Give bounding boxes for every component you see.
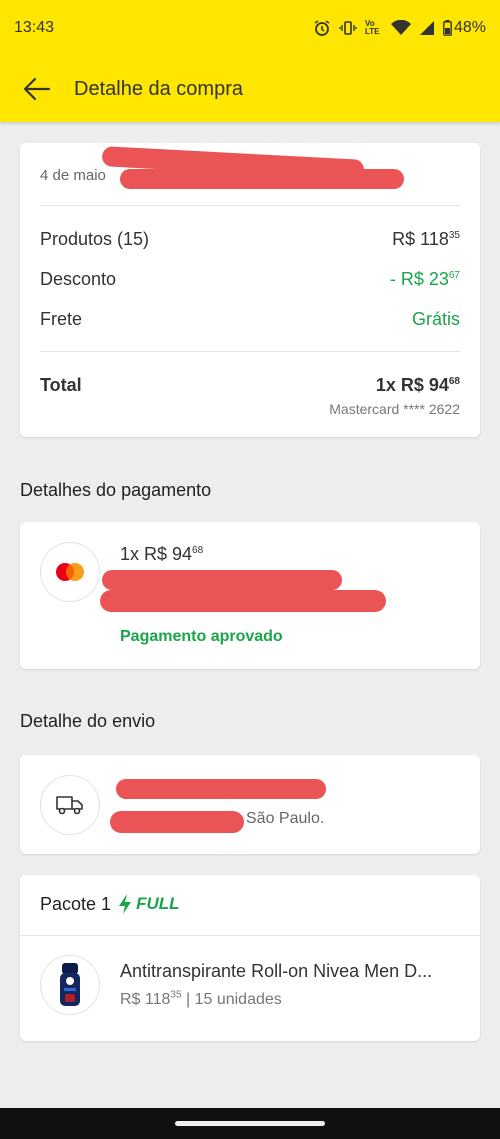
product-thumbnail[interactable]: [40, 955, 100, 1015]
full-badge: FULL: [117, 893, 180, 915]
mastercard-icon: [40, 542, 100, 602]
truck-icon: [40, 775, 100, 835]
product-meta: R$ 11835 | 15 unidades: [120, 989, 282, 1008]
vibrate-icon: [339, 21, 357, 35]
lightning-icon: [119, 894, 132, 914]
battery-percent: 48%: [453, 19, 486, 36]
total-row: Total 1x R$ 9468: [40, 375, 460, 396]
home-handle[interactable]: [175, 1121, 325, 1126]
divider: [20, 935, 480, 936]
battery-indicator: 48%: [443, 19, 486, 37]
status-bar: 13:43 Vo LTE 48%: [0, 0, 500, 56]
payment-card[interactable]: 1x R$ 9468 Pagamento aprovado: [20, 522, 480, 669]
shipping-city: São Paulo.: [246, 810, 325, 827]
redaction-mark: [100, 590, 386, 612]
redaction-mark: [110, 811, 244, 833]
total-label: Total: [40, 375, 82, 395]
discount-value: - R$ 2367: [389, 269, 460, 289]
purchase-summary-card: 4 de maio Produtos (15) R$ 11835 Descont…: [20, 143, 480, 437]
signal-icon: [419, 21, 434, 35]
products-row: Produtos (15) R$ 11835: [40, 229, 460, 250]
shipping-section-title: Detalhe do envio: [20, 711, 156, 731]
products-label: Produtos (15): [40, 229, 150, 249]
payment-amount: 1x R$ 9468: [120, 544, 204, 564]
shipping-value: Grátis: [411, 309, 460, 329]
redaction-mark: [120, 169, 404, 189]
back-button[interactable]: [0, 56, 74, 122]
alarm-icon: [314, 20, 330, 36]
deodorant-icon: [60, 963, 80, 1006]
volte-icon: Vo LTE: [364, 19, 380, 36]
shipping-label: Frete: [40, 309, 83, 329]
product-name[interactable]: Antitranspirante Roll-on Nivea Men D...: [120, 961, 465, 982]
purchase-date: 4 de maio: [40, 167, 106, 184]
shipping-row: Frete Grátis: [40, 309, 460, 330]
discount-label: Desconto: [40, 269, 117, 289]
redaction-mark: [102, 570, 342, 590]
redaction-mark: [116, 779, 326, 799]
total-value: 1x R$ 9468: [375, 375, 460, 395]
app-bar: Detalhe da compra: [0, 56, 500, 122]
status-icons: Vo LTE 48%: [313, 19, 486, 37]
shipping-card[interactable]: São Paulo.: [20, 755, 480, 854]
card-info: Mastercard **** 2622: [329, 401, 460, 417]
package-header: Pacote 1 FULL: [40, 893, 180, 915]
status-time: 13:43: [14, 19, 55, 36]
arrow-left-icon: [23, 77, 51, 101]
divider: [40, 351, 460, 352]
package-title: Pacote 1: [40, 893, 112, 914]
package-card[interactable]: Pacote 1 FULL Antitranspirante Roll-on N…: [20, 875, 480, 1041]
page-title: Detalhe da compra: [74, 77, 243, 100]
system-navigation-bar: [0, 1108, 500, 1139]
discount-row: Desconto - R$ 2367: [40, 269, 460, 290]
payment-section-title: Detalhes do pagamento: [20, 480, 212, 500]
products-value: R$ 11835: [392, 229, 460, 249]
battery-icon: [443, 20, 452, 36]
payment-status: Pagamento aprovado: [120, 628, 283, 645]
wifi-icon: [390, 20, 411, 35]
divider: [40, 205, 460, 206]
